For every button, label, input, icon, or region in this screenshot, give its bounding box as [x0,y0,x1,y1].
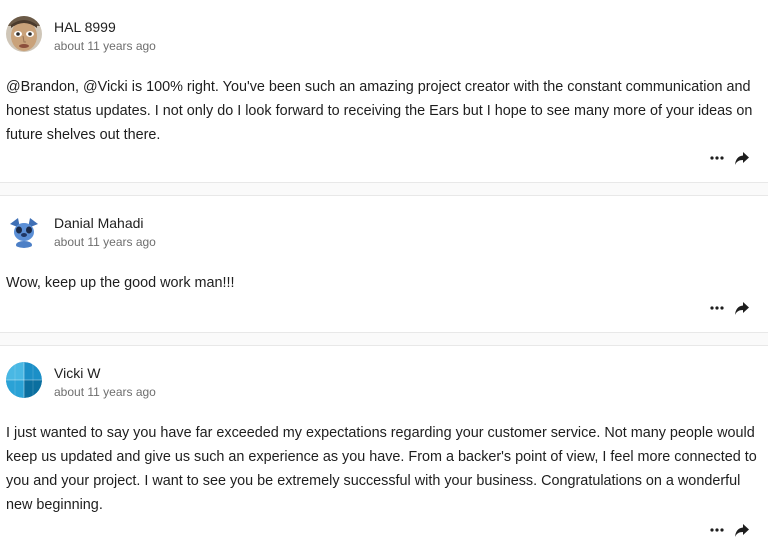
comment-author[interactable]: Danial Mahadi [54,215,144,231]
comment-author[interactable]: HAL 8999 [54,19,116,35]
comment-timestamp[interactable]: about 11 years ago [54,39,156,53]
comment-body: Wow, keep up the good work man!!! [6,275,235,291]
comment-item: Danial Mahadi about 11 years ago Wow, ke… [0,196,768,332]
comment-item: Vicki W about 11 years ago I just wanted… [0,346,768,550]
comment-author[interactable]: Vicki W [54,365,100,381]
face-photo-avatar-icon [6,16,42,52]
stitch-character-avatar-icon [6,212,42,248]
avatar[interactable] [6,212,42,248]
comment-actions [710,522,754,540]
comment-body: @Brandon, @Vicki is 100% right. You've b… [6,79,753,143]
comment-item: HAL 8999 about 11 years ago @Brandon, @V… [0,0,768,182]
comment-actions [710,300,754,318]
comment-divider [0,332,768,346]
blue-globe-avatar-icon [6,362,42,398]
share-arrow-icon[interactable] [734,150,750,166]
comment-timestamp[interactable]: about 11 years ago [54,235,156,249]
more-horizontal-icon[interactable] [710,306,724,310]
more-horizontal-icon[interactable] [710,156,724,160]
comment-divider [0,182,768,196]
share-arrow-icon[interactable] [734,522,750,538]
avatar[interactable] [6,362,42,398]
more-horizontal-icon[interactable] [710,528,724,532]
comment-actions [710,150,754,168]
comment-body: I just wanted to say you have far exceed… [6,425,757,513]
comment-timestamp[interactable]: about 11 years ago [54,385,156,399]
avatar[interactable] [6,16,42,52]
share-arrow-icon[interactable] [734,300,750,316]
